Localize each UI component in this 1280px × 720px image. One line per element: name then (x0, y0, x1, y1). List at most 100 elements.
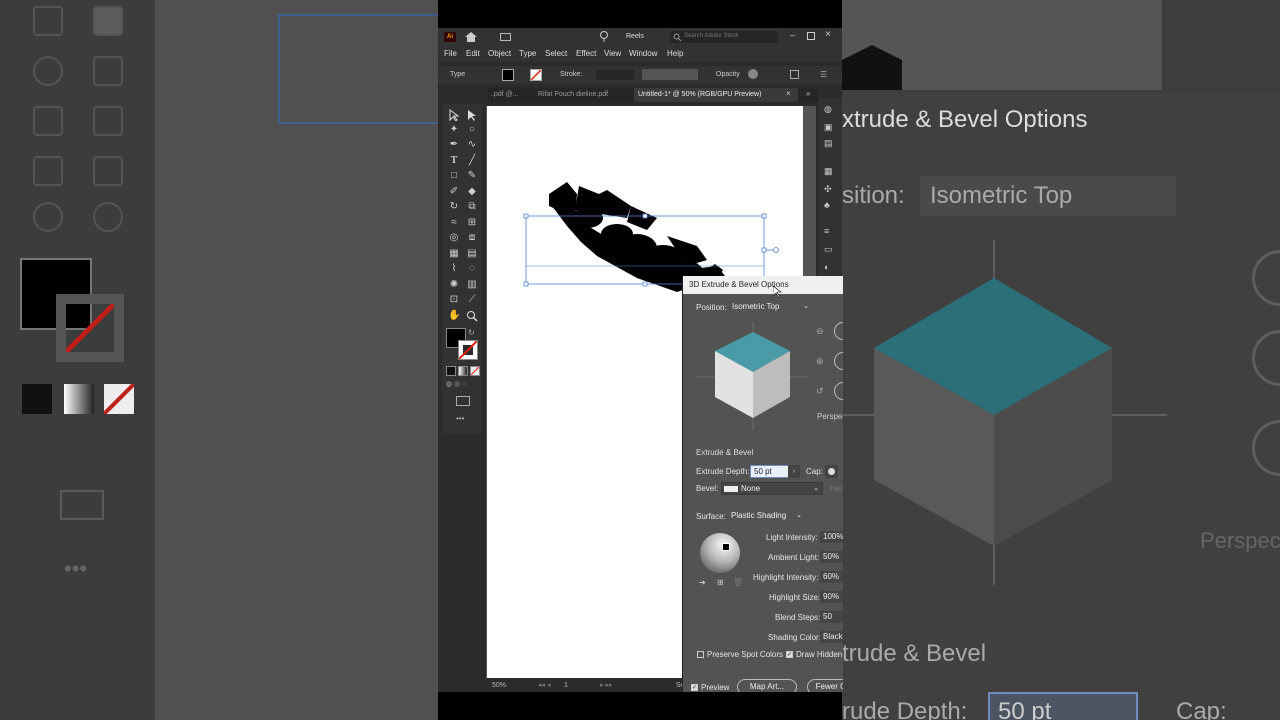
surface-select[interactable]: Plastic Shading ⌄ (728, 510, 804, 523)
stroke-swatch[interactable] (458, 340, 478, 360)
ambient-light-field[interactable]: 50% (820, 551, 843, 563)
recolor-icon[interactable] (748, 69, 758, 79)
magic-wand-icon[interactable]: ✦ (448, 124, 460, 136)
artboard-next-icon[interactable]: ▸ ▸▸ (600, 681, 613, 689)
symbol-sprayer-icon[interactable]: ✺ (448, 279, 460, 291)
shading-color-select[interactable]: Black (820, 631, 843, 643)
free-transform-icon[interactable]: ⊞ (466, 217, 478, 229)
pen-tool-icon[interactable]: ✒ (448, 139, 460, 151)
cap-on-button[interactable] (825, 465, 838, 478)
new-light-icon[interactable]: ⊞ (717, 578, 724, 587)
workspace-switcher[interactable]: Reels (626, 33, 644, 40)
stroke-weight-field[interactable] (596, 70, 634, 80)
gradient-panel-icon[interactable]: ▭ (824, 244, 833, 255)
maximize-button[interactable] (807, 32, 815, 40)
eraser-icon[interactable]: ◆ (466, 186, 478, 198)
artboard-prev-icon[interactable]: ◂◂ ◂ (538, 681, 551, 689)
move-light-back-icon[interactable]: ➜ (699, 578, 706, 587)
stroke-panel-icon[interactable]: ≡ (824, 226, 829, 236)
lighting-sphere[interactable] (700, 533, 740, 573)
rotate-z-field[interactable] (834, 382, 843, 400)
perspective-grid-icon[interactable]: ⧈ (466, 232, 478, 244)
tabs-overflow-icon[interactable]: » (806, 89, 810, 98)
minimize-button[interactable]: – (790, 30, 795, 40)
draw-mode-icons[interactable]: ◍ ◎ ◌ (446, 380, 478, 388)
artboard-number[interactable]: 1 (564, 682, 568, 689)
rotate-tool-icon[interactable]: ↻ (448, 201, 460, 213)
artboard-tool-icon[interactable]: ⊡ (448, 294, 460, 306)
paintbrush-icon[interactable]: ✎ (466, 170, 478, 182)
opacity-label[interactable]: Opacity (716, 71, 740, 78)
extrude-depth-slider-arrow[interactable]: › (788, 465, 800, 478)
swap-colors-icon[interactable]: ↻ (468, 328, 475, 337)
curvature-tool-icon[interactable]: ∿ (466, 139, 478, 151)
menu-effect[interactable]: Effect (576, 49, 596, 58)
draw-hidden-faces-checkbox[interactable]: ✓ (786, 651, 793, 658)
menu-select[interactable]: Select (545, 49, 567, 58)
fewer-options-button[interactable]: Fewer O (807, 679, 843, 692)
brushes-icon[interactable]: ✣ (824, 184, 832, 195)
gradient-tool-icon[interactable]: ▤ (466, 248, 478, 260)
properties-icon[interactable]: ◍ (824, 104, 832, 115)
highlight-size-field[interactable]: 90% (820, 591, 843, 603)
highlight-intensity-field[interactable]: 60% (820, 571, 843, 583)
fill-color-control[interactable] (502, 69, 514, 81)
layers-icon[interactable]: ▣ (824, 122, 833, 133)
close-button[interactable]: × (825, 29, 831, 40)
swatches-icon[interactable]: ▦ (824, 166, 833, 177)
tab-rifat-pouch[interactable]: Rifat Pouch dieline.pdf (538, 91, 608, 98)
position-select[interactable]: Isometric Top ⌄ (729, 301, 811, 314)
screen-mode-icon[interactable] (456, 396, 470, 406)
edit-toolbar-icon[interactable]: ••• (456, 414, 464, 423)
extrude-depth-field[interactable]: 50 pt (750, 465, 792, 478)
gradient-mode-icon[interactable] (458, 366, 468, 376)
blend-steps-field[interactable]: 50 (820, 611, 843, 623)
menu-help[interactable]: Help (667, 49, 683, 58)
eyedropper-tool-icon[interactable]: ⌇ (448, 263, 460, 275)
mesh-tool-icon[interactable]: ▦ (448, 248, 460, 260)
bevel-select[interactable]: None ⌄ (721, 482, 823, 495)
stroke-color-control[interactable] (530, 69, 542, 81)
rectangle-tool-icon[interactable]: □ (448, 170, 460, 182)
preview-checkbox[interactable]: ✓ (691, 684, 698, 691)
line-tool-icon[interactable]: ╱ (466, 155, 478, 167)
type-tool-icon[interactable]: T (448, 155, 460, 167)
blend-tool-icon[interactable]: ◌ (466, 263, 478, 275)
zoom-level[interactable]: 50% (492, 682, 506, 689)
slice-tool-icon[interactable]: ⟋ (466, 294, 478, 306)
light-intensity-field[interactable]: 100% (820, 531, 843, 543)
variable-width-profile[interactable] (642, 69, 698, 80)
menu-object[interactable]: Object (488, 49, 511, 58)
selection-tool-icon[interactable] (448, 109, 460, 121)
direct-selection-tool-icon[interactable] (466, 109, 478, 121)
shape-builder-icon[interactable]: ◎ (448, 232, 460, 244)
lightbulb-icon[interactable] (600, 31, 608, 43)
light-source-handle[interactable] (722, 543, 730, 551)
arrange-documents-icon[interactable] (500, 33, 511, 41)
rotate-x-field[interactable] (834, 322, 843, 340)
tab-pdf[interactable]: ..pdf @... (490, 91, 519, 98)
menu-type[interactable]: Type (519, 49, 536, 58)
menu-view[interactable]: View (604, 49, 621, 58)
graph-tool-icon[interactable]: ▥ (466, 279, 478, 291)
control-menu-icon[interactable]: ☰ (820, 70, 827, 79)
transparency-icon[interactable]: ◐ (824, 262, 829, 272)
preserve-spot-colors-checkbox[interactable] (697, 651, 704, 658)
none-mode-icon[interactable] (470, 366, 480, 376)
search-box[interactable]: Search Adobe Stock (670, 31, 778, 43)
hand-tool-icon[interactable]: ✋ (448, 310, 460, 322)
menu-window[interactable]: Window (629, 49, 657, 58)
rotate-y-field[interactable] (834, 352, 843, 370)
menu-file[interactable]: File (444, 49, 457, 58)
color-mode-icon[interactable] (446, 366, 456, 376)
symbols-icon[interactable]: ♣ (824, 200, 830, 210)
scale-tool-icon[interactable]: ⧉ (466, 201, 478, 213)
zoom-tool-icon[interactable] (466, 310, 478, 322)
rotation-cube-preview[interactable] (697, 320, 807, 432)
tab-untitled-active[interactable]: Untitled-1* @ 50% (RGB/GPU Preview) × (634, 88, 798, 102)
lasso-icon[interactable]: ○ (466, 124, 478, 136)
width-tool-icon[interactable]: ≈ (448, 217, 460, 229)
map-art-button[interactable]: Map Art... (737, 679, 797, 692)
align-icon[interactable] (790, 70, 799, 79)
libraries-icon[interactable]: ▤ (824, 138, 833, 149)
